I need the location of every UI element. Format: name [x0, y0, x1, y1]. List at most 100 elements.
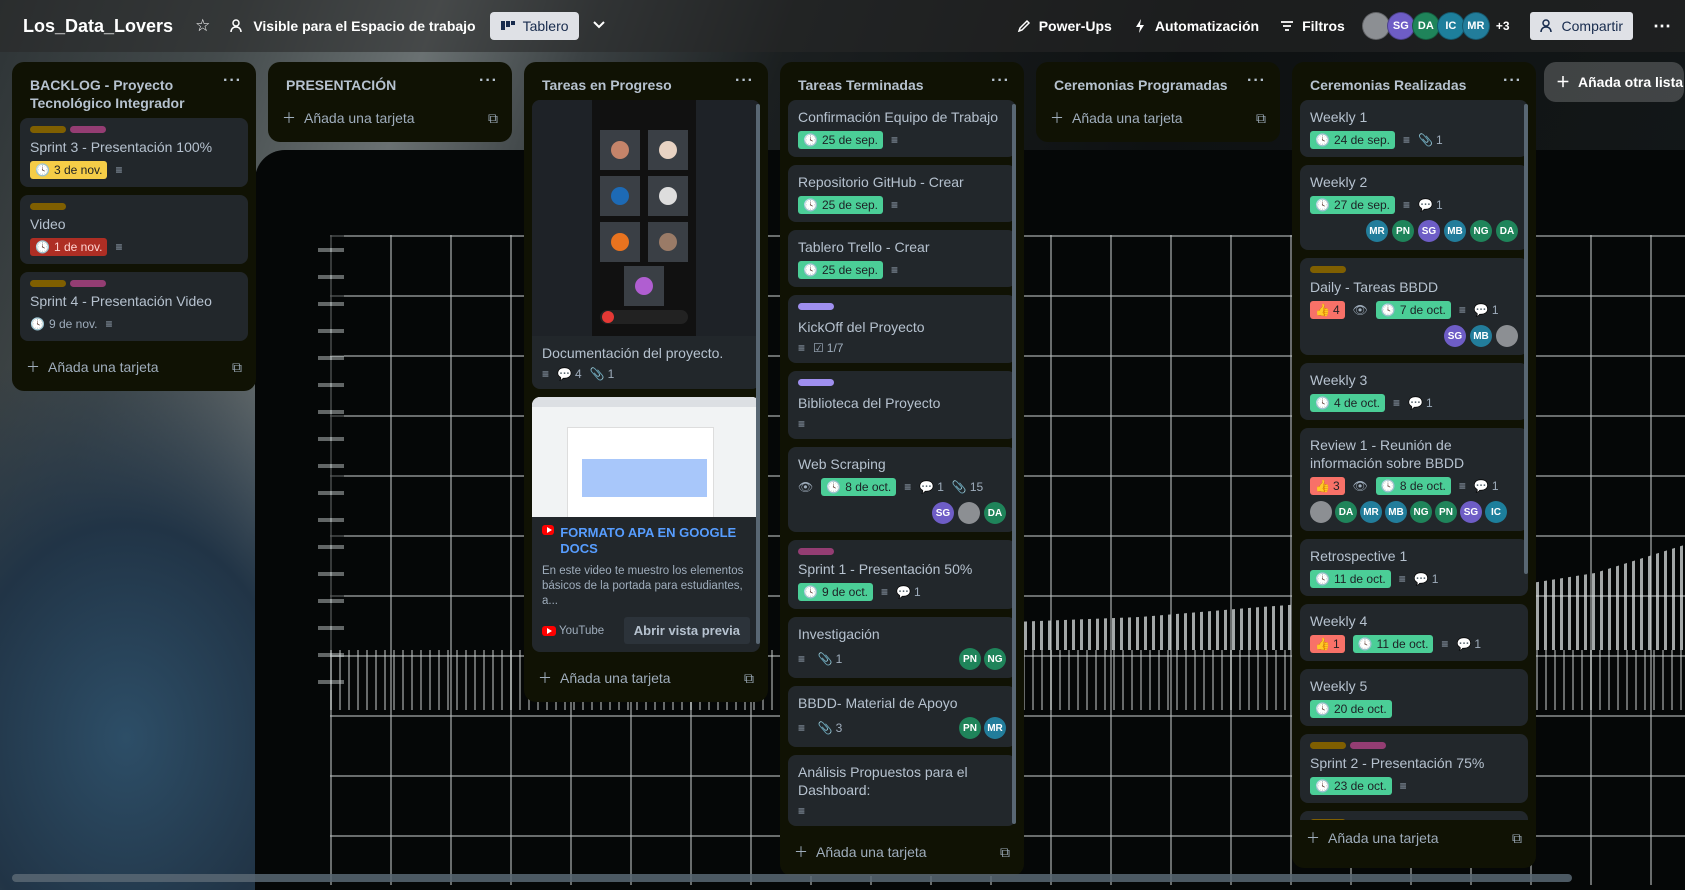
member-avatar[interactable]	[1496, 325, 1518, 347]
member-avatars[interactable]: SG DA IC MR +3	[1361, 12, 1510, 40]
card[interactable]: Weekly 1 🕓 24 de sep. ≡ 📎 1	[1300, 100, 1528, 157]
member-avatar[interactable]: SG	[1460, 501, 1482, 523]
member-avatar[interactable]: PN	[1435, 501, 1457, 523]
card[interactable]: KickOff del Proyecto ≡ ☑ 1/7	[788, 295, 1016, 363]
view-board-tab[interactable]: Tablero	[489, 12, 579, 40]
due-date-badge[interactable]: 🕓 11 de oct.	[1352, 635, 1434, 653]
link-card-title[interactable]: FORMATO APA EN GOOGLE DOCS	[542, 525, 750, 557]
card[interactable]: Sprint 1 - Presentación 50% 🕓 9 de oct. ≡…	[788, 540, 1016, 609]
member-avatar[interactable]	[958, 502, 980, 524]
list-menu-icon[interactable]: ···	[735, 73, 754, 89]
member-avatar[interactable]: MB	[1444, 220, 1466, 242]
member-avatar[interactable]: DA	[1335, 501, 1357, 523]
list-title[interactable]: PRESENTACIÓN	[286, 76, 466, 94]
template-icon[interactable]: ⧉	[744, 670, 754, 687]
due-date-badge[interactable]: 🕓 9 de oct.	[798, 583, 873, 601]
member-avatar[interactable]: PN	[959, 717, 981, 739]
add-card-button[interactable]: ＋ Añada una tarjeta ⧉	[524, 660, 768, 696]
card[interactable]: Review 1 - Reunión de información sobre …	[1300, 428, 1528, 531]
card[interactable]: Video 🕓 1 de nov. ≡	[20, 195, 248, 264]
card[interactable]: Weekly 5 🕓 20 de oct.	[1300, 669, 1528, 726]
card[interactable]: Weekly 2 🕓 27 de sep. ≡ 💬 1 MR PN SG MB NG…	[1300, 165, 1528, 250]
filters-button[interactable]: Filtros	[1279, 18, 1345, 34]
list-title[interactable]: BACKLOG - Proyecto Tecnológico Integrado…	[30, 76, 210, 112]
card[interactable]	[1300, 811, 1528, 820]
member-avatar[interactable]: IC	[1485, 501, 1507, 523]
chevron-down-icon[interactable]	[591, 16, 607, 37]
card[interactable]: Weekly 4 👍 1 🕓 11 de oct. ≡ 💬 1	[1300, 604, 1528, 661]
list-menu-icon[interactable]: ···	[1503, 73, 1522, 89]
due-date-badge[interactable]: 🕓 25 de sep.	[798, 131, 883, 149]
card[interactable]: Confirmación Equipo de Trabajo 🕓 25 de se…	[788, 100, 1016, 157]
member-avatar[interactable]: DA	[1496, 220, 1518, 242]
due-date-badge[interactable]: 🕓 3 de nov.	[30, 161, 108, 179]
due-date-badge[interactable]: 🕓 20 de oct.	[1310, 700, 1392, 718]
due-date-badge[interactable]: 🕓 23 de oct.	[1310, 777, 1392, 795]
add-card-button[interactable]: ＋ Añada una tarjeta ⧉	[268, 100, 512, 136]
member-avatar[interactable]: MB	[1385, 501, 1407, 523]
member-avatar[interactable]: PN	[959, 648, 981, 670]
more-menu-icon[interactable]: ⋯	[1653, 16, 1671, 37]
due-date-badge[interactable]: 🕓 25 de sep.	[798, 196, 883, 214]
board-horizontal-scrollbar[interactable]	[12, 874, 1572, 882]
template-icon[interactable]: ⧉	[1256, 110, 1266, 127]
list-title[interactable]: Tareas Terminadas	[798, 76, 978, 94]
votes-badge[interactable]: 👍 1	[1310, 635, 1345, 653]
add-card-button[interactable]: ＋ Añada una tarjeta ⧉	[1292, 820, 1536, 856]
member-avatar[interactable]: MB	[1470, 325, 1492, 347]
template-icon[interactable]: ⧉	[488, 110, 498, 127]
votes-badge[interactable]: 👍 3	[1310, 477, 1345, 495]
card[interactable]: Biblioteca del Proyecto ≡	[788, 371, 1016, 439]
template-icon[interactable]: ⧉	[1512, 830, 1522, 847]
add-card-button[interactable]: ＋ Añada una tarjeta ⧉	[1036, 100, 1280, 136]
due-date-badge[interactable]: 🕓 9 de nov.	[30, 315, 97, 333]
avatar[interactable]: SG	[1386, 12, 1415, 40]
add-list-button[interactable]: ＋ Añada otra lista	[1544, 62, 1684, 102]
avatar[interactable]: IC	[1436, 12, 1465, 40]
card[interactable]: BBDD- Material de Apoyo ≡ 📎 3 PN MR	[788, 686, 1016, 747]
list-title[interactable]: Ceremonias Realizadas	[1310, 76, 1490, 94]
card[interactable]: Repositorio GitHub - Crear 🕓 25 de sep. ≡	[788, 165, 1016, 222]
template-icon[interactable]: ⧉	[232, 359, 242, 376]
board-title[interactable]: Los_Data_Lovers	[23, 16, 173, 37]
card[interactable]: Documentación del proyecto. ≡ 💬 4 📎 1	[532, 100, 760, 389]
member-avatar[interactable]	[1310, 501, 1332, 523]
card[interactable]: Weekly 3 🕓 4 de oct. ≡ 💬 1	[1300, 363, 1528, 420]
list-scrollbar[interactable]	[756, 104, 760, 644]
add-card-button[interactable]: ＋ Añada una tarjeta ⧉	[780, 834, 1024, 870]
member-avatar[interactable]: MR	[1366, 220, 1388, 242]
due-date-badge[interactable]: 🕓 27 de sep.	[1310, 196, 1395, 214]
list-title[interactable]: Tareas en Progreso	[542, 76, 722, 94]
card[interactable]: Retrospective 1 🕓 11 de oct. ≡ 💬 1	[1300, 539, 1528, 596]
avatar[interactable]: MR	[1461, 12, 1490, 40]
open-preview-button[interactable]: Abrir vista previa	[623, 617, 750, 644]
member-avatar[interactable]: MR	[984, 717, 1006, 739]
list-title[interactable]: Ceremonias Programadas	[1054, 76, 1234, 94]
member-avatar[interactable]: NG	[1470, 220, 1492, 242]
card[interactable]: Sprint 4 - Presentación Video 🕓 9 de nov.…	[20, 272, 248, 341]
avatar[interactable]: DA	[1411, 12, 1440, 40]
member-avatar[interactable]: MR	[1360, 501, 1382, 523]
due-date-badge[interactable]: 🕓 7 de oct.	[1375, 301, 1451, 319]
card[interactable]: Tablero Trello - Crear 🕓 25 de sep. ≡	[788, 230, 1016, 287]
list-menu-icon[interactable]: ···	[479, 73, 498, 89]
due-date-badge[interactable]: 🕓 8 de oct.	[821, 478, 897, 496]
share-button[interactable]: Compartir	[1529, 12, 1633, 40]
member-avatar[interactable]: NG	[984, 648, 1006, 670]
due-date-badge[interactable]: 🕓 1 de nov.	[30, 238, 108, 256]
card[interactable]: FORMATO APA EN GOOGLE DOCS En este video…	[532, 397, 760, 652]
card[interactable]: Análisis Propuestos para el Dashboard: ≡	[788, 755, 1016, 826]
list-scrollbar[interactable]	[1524, 104, 1528, 574]
member-avatar[interactable]: NG	[1410, 501, 1432, 523]
member-avatar[interactable]: PN	[1392, 220, 1414, 242]
votes-badge[interactable]: 👍 4	[1310, 301, 1345, 319]
list-scrollbar[interactable]	[1012, 104, 1016, 824]
due-date-badge[interactable]: 🕓 4 de oct.	[1310, 394, 1385, 412]
card[interactable]: Investigación ≡ 📎 1 PN NG	[788, 617, 1016, 678]
due-date-badge[interactable]: 🕓 24 de sep.	[1310, 131, 1395, 149]
card[interactable]: Web Scraping 👁 🕓 8 de oct. ≡ 💬 1 📎 15 SG DA	[788, 447, 1016, 532]
more-members-count[interactable]: +3	[1496, 19, 1510, 33]
due-date-badge[interactable]: 🕓 25 de sep.	[798, 261, 883, 279]
visibility-button[interactable]: Visible para el Espacio de trabajo	[230, 18, 476, 34]
avatar[interactable]	[1361, 12, 1390, 40]
